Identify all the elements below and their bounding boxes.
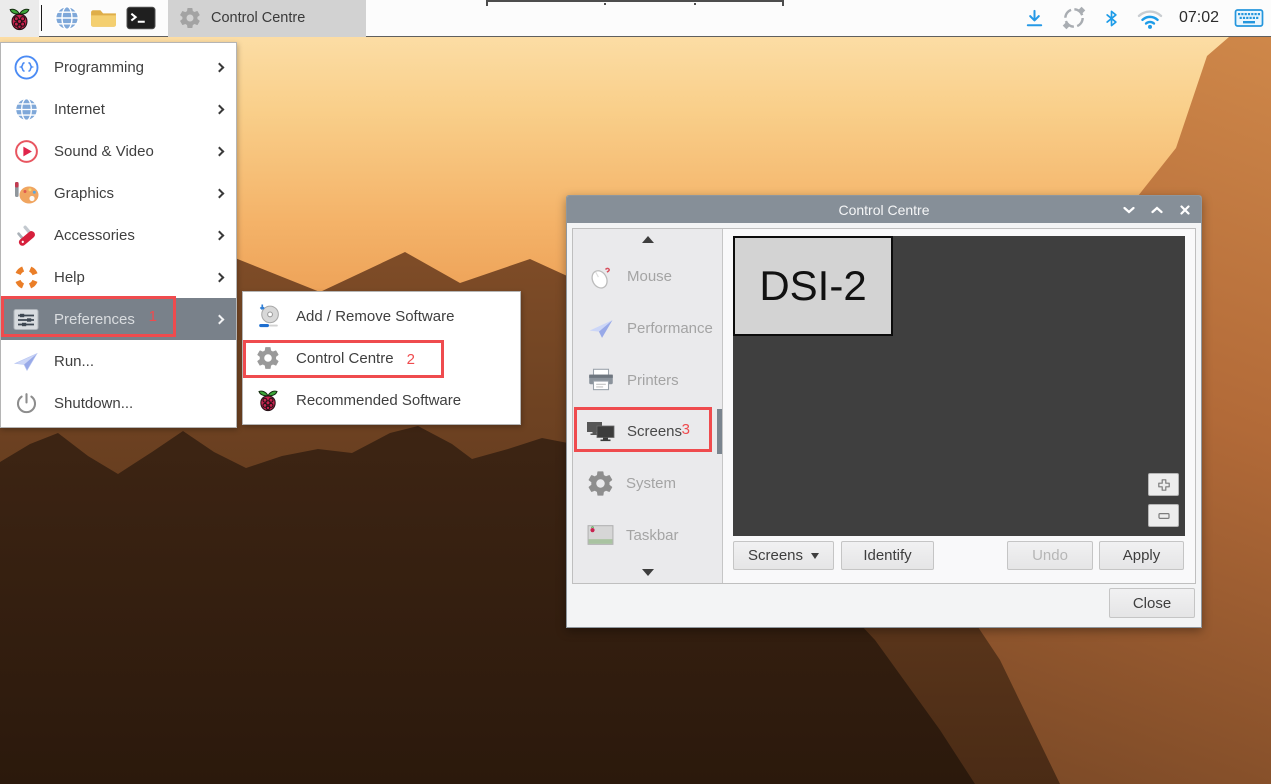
run-icon bbox=[11, 349, 41, 374]
control-centre-notebook: Mouse Performance bbox=[572, 228, 1196, 584]
apply-button[interactable]: Apply bbox=[1099, 541, 1184, 570]
sidebar-item-printers[interactable]: Printers bbox=[573, 354, 722, 406]
taskbar-icon bbox=[586, 523, 615, 547]
printers-icon bbox=[586, 367, 616, 393]
programming-icon bbox=[11, 54, 41, 81]
gear-icon bbox=[253, 345, 283, 371]
main-menu: Programming Internet bbox=[0, 42, 237, 428]
close-button[interactable]: Close bbox=[1109, 588, 1195, 618]
submenu-arrow-icon bbox=[215, 230, 225, 240]
menu-item-shutdown[interactable]: Shutdown... bbox=[1, 382, 236, 424]
taskbar-window-button-label: Control Centre bbox=[211, 10, 305, 26]
settings-sidebar: Mouse Performance bbox=[573, 229, 723, 583]
screen-dsi-2[interactable]: DSI-2 bbox=[733, 236, 893, 336]
system-icon bbox=[586, 469, 615, 498]
sync-icon[interactable] bbox=[1061, 5, 1087, 31]
add-remove-software-icon bbox=[253, 303, 283, 330]
window-titlebar[interactable]: Control Centre bbox=[567, 196, 1201, 223]
control-centre-window: Control Centre bbox=[566, 195, 1202, 628]
hidden-window-edge bbox=[486, 0, 784, 5]
submenu-item-recommended-software[interactable]: Recommended Software bbox=[243, 379, 520, 421]
menu-item-preferences[interactable]: Preferences bbox=[1, 298, 236, 340]
submenu-arrow-icon bbox=[215, 146, 225, 156]
keyboard-icon[interactable] bbox=[1234, 7, 1264, 29]
zoom-in-icon bbox=[1157, 478, 1171, 492]
file-manager-icon bbox=[89, 6, 118, 31]
desktop: Control Centre bbox=[0, 0, 1271, 784]
zoom-out-button[interactable] bbox=[1148, 504, 1179, 527]
sound-video-icon bbox=[11, 138, 41, 165]
clock[interactable]: 07:02 bbox=[1179, 9, 1219, 27]
taskbar: Control Centre bbox=[0, 0, 1271, 37]
menu-item-graphics[interactable]: Graphics bbox=[1, 172, 236, 214]
download-icon[interactable] bbox=[1023, 7, 1046, 30]
zoom-in-button[interactable] bbox=[1148, 473, 1179, 496]
web-browser-launcher[interactable] bbox=[48, 0, 85, 37]
taskbar-window-button-control-centre[interactable]: Control Centre bbox=[168, 0, 366, 37]
undo-button[interactable]: Undo bbox=[1007, 541, 1093, 570]
sidebar-item-taskbar[interactable]: Taskbar bbox=[573, 509, 722, 561]
sidebar-scroll-up[interactable] bbox=[573, 229, 722, 251]
sidebar-item-mouse[interactable]: Mouse bbox=[573, 251, 722, 303]
web-browser-icon bbox=[53, 4, 81, 32]
raspberry-menu-icon bbox=[6, 5, 33, 32]
preferences-icon bbox=[11, 307, 41, 332]
mouse-icon bbox=[586, 264, 616, 290]
screens-panel: DSI-2 bbox=[723, 229, 1195, 583]
submenu-arrow-icon bbox=[215, 314, 225, 324]
close-window-icon[interactable] bbox=[1177, 202, 1192, 217]
screens-icon bbox=[586, 419, 616, 444]
menu-item-help[interactable]: Help bbox=[1, 256, 236, 298]
graphics-icon bbox=[11, 180, 41, 206]
terminal-launcher[interactable] bbox=[122, 0, 159, 37]
raspberry-icon bbox=[253, 387, 283, 413]
window-title: Control Centre bbox=[838, 202, 929, 218]
system-tray: 07:02 bbox=[1023, 5, 1264, 31]
sidebar-scrollbar-thumb[interactable] bbox=[717, 409, 722, 454]
screen-layout-canvas[interactable]: DSI-2 bbox=[733, 236, 1185, 536]
menu-item-programming[interactable]: Programming bbox=[1, 46, 236, 88]
sidebar-scroll-down[interactable] bbox=[573, 561, 722, 583]
bluetooth-icon[interactable] bbox=[1102, 7, 1121, 30]
submenu-arrow-icon bbox=[215, 104, 225, 114]
gear-icon bbox=[178, 6, 202, 30]
menu-item-run[interactable]: Run... bbox=[1, 340, 236, 382]
screen-dsi-2-label: DSI-2 bbox=[759, 262, 866, 310]
menu-item-internet[interactable]: Internet bbox=[1, 88, 236, 130]
sidebar-item-performance[interactable]: Performance bbox=[573, 303, 722, 355]
accessories-icon bbox=[11, 222, 41, 249]
submenu-arrow-icon bbox=[215, 188, 225, 198]
applications-menu-button[interactable] bbox=[0, 0, 39, 37]
zoom-out-icon bbox=[1157, 509, 1171, 523]
identify-button[interactable]: Identify bbox=[841, 541, 934, 570]
menu-item-sound-video[interactable]: Sound & Video bbox=[1, 130, 236, 172]
submenu-item-control-centre[interactable]: Control Centre bbox=[243, 337, 520, 379]
submenu-arrow-icon bbox=[215, 62, 225, 72]
scroll-up-icon bbox=[642, 236, 654, 243]
sidebar-item-system[interactable]: System bbox=[573, 458, 722, 510]
file-manager-launcher[interactable] bbox=[85, 0, 122, 37]
preferences-submenu: Add / Remove Software Control Centre bbox=[242, 291, 521, 425]
internet-icon bbox=[11, 96, 41, 123]
terminal-icon bbox=[126, 5, 156, 31]
menu-item-accessories[interactable]: Accessories bbox=[1, 214, 236, 256]
taskbar-separator bbox=[41, 5, 42, 31]
sidebar-item-screens[interactable]: Screens bbox=[573, 406, 722, 458]
dropdown-caret-icon bbox=[811, 553, 819, 559]
shutdown-icon bbox=[11, 390, 41, 417]
minimize-button[interactable] bbox=[1121, 202, 1136, 217]
scroll-down-icon bbox=[642, 569, 654, 576]
submenu-arrow-icon bbox=[215, 272, 225, 282]
wifi-icon[interactable] bbox=[1136, 7, 1164, 30]
help-icon bbox=[11, 264, 41, 291]
screens-dropdown-button[interactable]: Screens bbox=[733, 541, 834, 570]
maximize-button[interactable] bbox=[1149, 202, 1164, 217]
performance-icon bbox=[586, 316, 616, 341]
submenu-item-add-remove-software[interactable]: Add / Remove Software bbox=[243, 295, 520, 337]
